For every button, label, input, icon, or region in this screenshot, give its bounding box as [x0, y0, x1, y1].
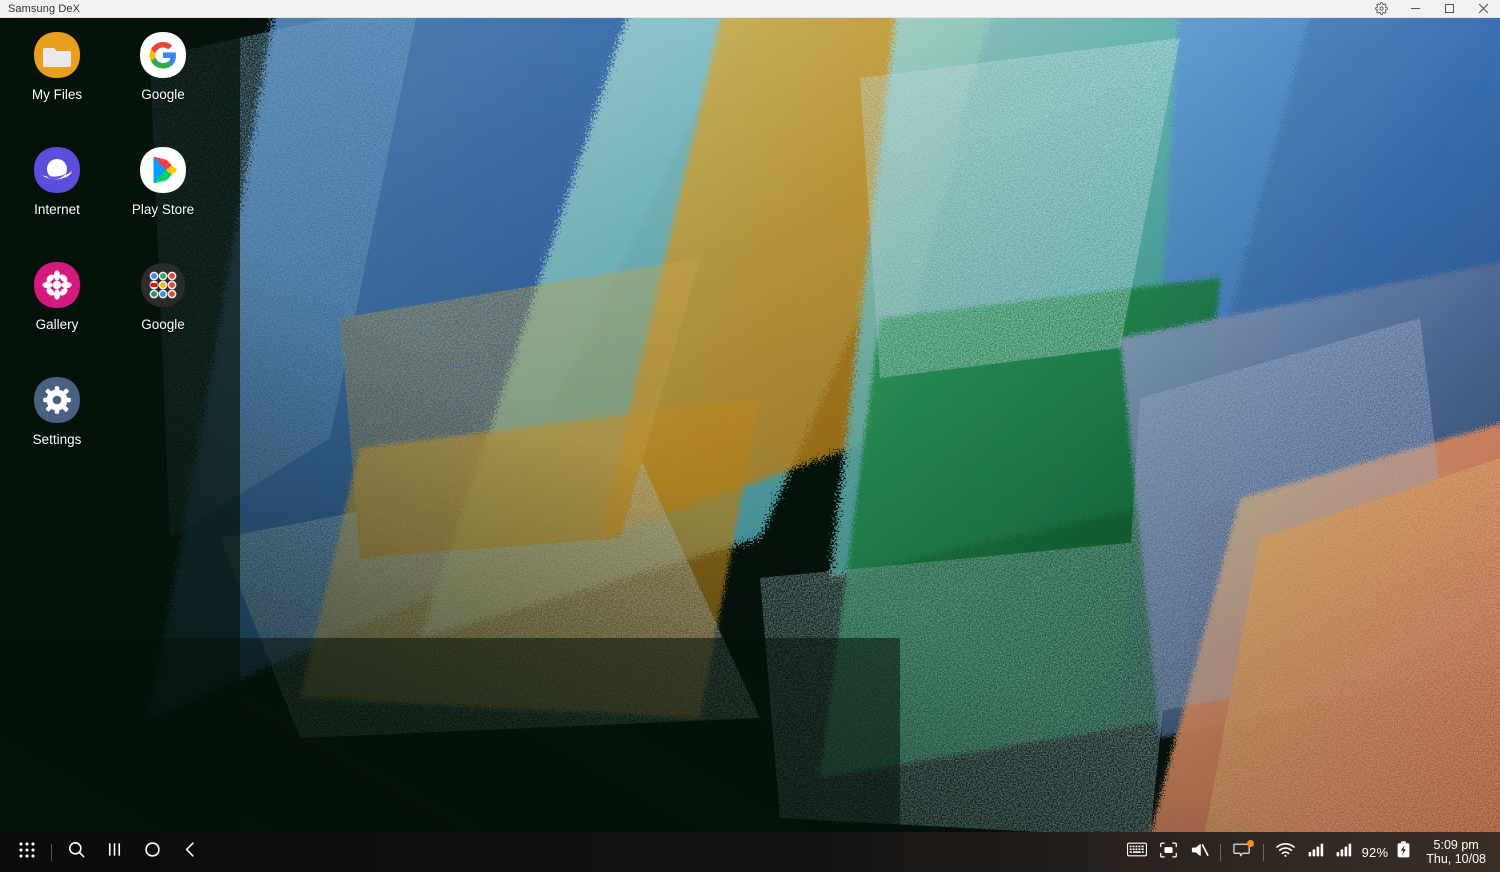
- home-button[interactable]: [133, 835, 171, 869]
- system-tray: 92% 5:09 pm Thu, 10/08: [1121, 835, 1500, 869]
- signal-bars-icon: [1336, 842, 1352, 862]
- window-titlebar: Samsung DeX: [0, 0, 1500, 18]
- screen-fit-icon: [1159, 841, 1178, 864]
- desktop-icon-gallery[interactable]: Gallery: [4, 260, 110, 332]
- desktop-icon-label: Play Store: [131, 202, 195, 217]
- taskbar-left-group: [0, 835, 209, 869]
- battery-percent-label: 92%: [1361, 844, 1389, 860]
- desktop-icon-grid: My Files Google Internet Play Store Gall…: [0, 18, 230, 488]
- battery-charging-icon: [1397, 841, 1410, 863]
- desktop-icon-google-folder[interactable]: Google: [110, 260, 216, 332]
- desktop-icon-label: Google: [141, 317, 185, 332]
- back-chevron-icon: [181, 840, 200, 864]
- taskbar: 92% 5:09 pm Thu, 10/08: [0, 832, 1500, 872]
- window-title: Samsung DeX: [8, 2, 81, 15]
- taskbar-divider: [1219, 843, 1221, 861]
- keyboard-button[interactable]: [1121, 835, 1153, 869]
- signal-one-button[interactable]: [1302, 835, 1330, 869]
- settings-gear-icon: [32, 375, 82, 425]
- desktop-icon-label: Settings: [32, 432, 82, 447]
- search-icon: [67, 840, 86, 864]
- desktop-icon-google[interactable]: Google: [110, 30, 216, 102]
- minimize-icon: [1410, 3, 1421, 14]
- clock-time: 5:09 pm: [1433, 838, 1479, 852]
- search-button[interactable]: [57, 835, 95, 869]
- home-circle-icon: [143, 840, 162, 864]
- back-button[interactable]: [171, 835, 209, 869]
- desktop-icon-label: Gallery: [35, 317, 79, 332]
- desktop-icon-my-files[interactable]: My Files: [4, 30, 110, 102]
- notification-badge: [1246, 840, 1254, 847]
- maximize-button[interactable]: [1432, 0, 1466, 18]
- signal-two-button[interactable]: [1330, 835, 1358, 869]
- desktop-icon-internet[interactable]: Internet: [4, 145, 110, 217]
- wifi-icon: [1275, 841, 1296, 863]
- play-store-icon: [138, 145, 188, 195]
- internet-icon: [32, 145, 82, 195]
- folder-icon: [32, 30, 82, 80]
- google-folder-icon: [138, 260, 188, 310]
- desktop-icon-settings[interactable]: Settings: [4, 375, 110, 447]
- maximize-icon: [1444, 3, 1455, 14]
- settings-button[interactable]: [1364, 0, 1398, 18]
- mute-button[interactable]: [1184, 835, 1215, 869]
- close-icon: [1478, 3, 1489, 14]
- desktop-icon-play-store[interactable]: Play Store: [110, 145, 216, 217]
- wifi-button[interactable]: [1269, 835, 1302, 869]
- clock[interactable]: 5:09 pm Thu, 10/08: [1416, 838, 1494, 866]
- gear-icon: [1374, 2, 1388, 15]
- desktop-icon-label: Google: [141, 87, 185, 102]
- recents-icon: [105, 840, 124, 864]
- samsung-dex-window: Samsung DeX My Files Google Internet Pla…: [0, 0, 1500, 872]
- desktop-icon-label: My Files: [31, 87, 83, 102]
- recents-button[interactable]: [95, 835, 133, 869]
- taskbar-divider: [51, 843, 52, 861]
- apps-button[interactable]: [8, 835, 46, 869]
- screen-capture-button[interactable]: [1153, 835, 1184, 869]
- minimize-button[interactable]: [1398, 0, 1432, 18]
- close-button[interactable]: [1466, 0, 1500, 18]
- desktop-icon-label: Internet: [34, 202, 80, 217]
- google-g-icon: [138, 30, 188, 80]
- keyboard-icon: [1126, 842, 1147, 862]
- taskbar-divider: [1262, 843, 1264, 861]
- notifications-button[interactable]: [1226, 835, 1258, 869]
- battery-button[interactable]: [1391, 835, 1416, 869]
- signal-bars-icon: [1308, 842, 1324, 862]
- gallery-icon: [32, 260, 82, 310]
- clock-date: Thu, 10/08: [1426, 852, 1486, 866]
- speaker-muted-icon: [1190, 841, 1209, 864]
- apps-grid-icon: [18, 841, 36, 864]
